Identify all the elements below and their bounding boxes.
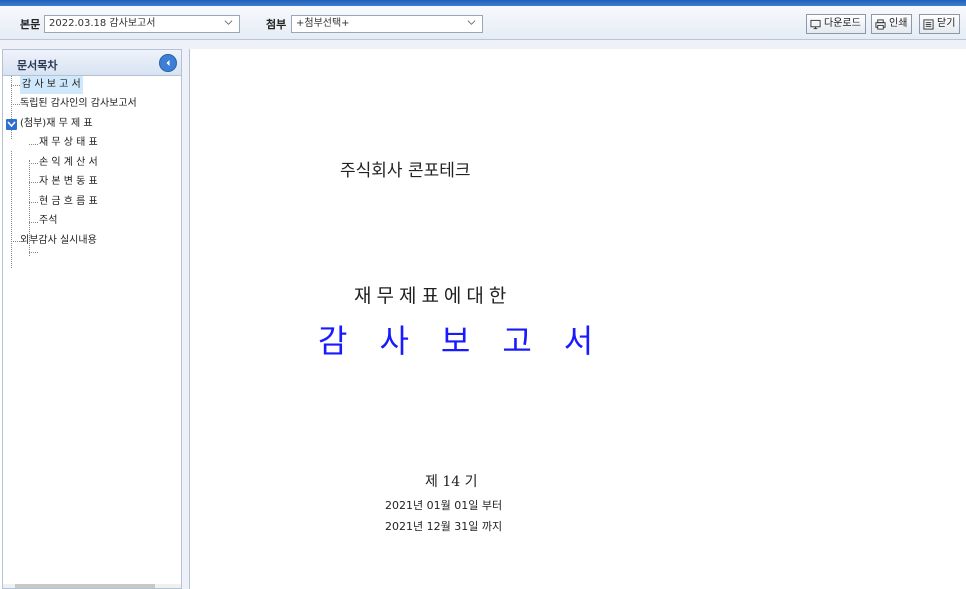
close-button-label: 닫기 xyxy=(937,18,956,29)
document-subtitle: 재무제표에대한 xyxy=(354,285,512,307)
toc-item-cash-flow[interactable]: 현 금 흐 름 표 xyxy=(39,193,98,211)
document-viewer: 주식회사 콘포테크 재무제표에대한 감사보고서 제 14 기 2021년 01월… xyxy=(190,49,966,589)
toc-item-equity-changes[interactable]: 자 본 변 동 표 xyxy=(39,173,98,191)
main-doc-select-value: 2022.03.18 감사보고서 xyxy=(49,18,156,29)
print-button-label: 인쇄 xyxy=(889,18,908,29)
printer-icon xyxy=(875,18,886,30)
toc-sidebar: 문서목차 감 사 보 고 서 독립된 감사인의 감사보고서 (첨부)재 무 제 … xyxy=(2,49,182,589)
download-button-label: 다운로드 xyxy=(824,18,861,29)
toc-title: 문서목차 xyxy=(17,59,58,72)
attach-select-value: +첨부선택+ xyxy=(296,18,350,29)
scrollbar-thumb[interactable] xyxy=(15,584,155,588)
chevron-down-icon xyxy=(224,20,233,25)
chevron-left-icon xyxy=(166,60,170,66)
fiscal-period: 제 14 기 xyxy=(425,474,478,490)
chevron-down-icon xyxy=(467,20,476,25)
collapse-sidebar-button[interactable] xyxy=(159,54,177,72)
main-doc-label: 본문 xyxy=(20,18,41,31)
pane-divider[interactable] xyxy=(182,49,190,589)
toc-item-income-statement[interactable]: 손 익 계 산 서 xyxy=(39,154,98,172)
toc-item-audit-report[interactable]: 감 사 보 고 서 xyxy=(20,76,83,94)
main-doc-select[interactable]: 2022.03.18 감사보고서 xyxy=(44,15,240,33)
close-window-icon xyxy=(923,18,934,30)
period-end-date: 2021년 12월 31일 까지 xyxy=(385,520,503,533)
toc-header: 문서목차 xyxy=(3,50,181,76)
download-button[interactable]: 다운로드 xyxy=(806,14,866,34)
toc-item-notes[interactable]: 주석 xyxy=(39,212,57,230)
print-button[interactable]: 인쇄 xyxy=(871,14,913,34)
document-title: 감사보고서 xyxy=(318,322,626,360)
period-start-date: 2021년 01월 01일 부터 xyxy=(385,499,503,512)
sidebar-horizontal-scrollbar[interactable] xyxy=(3,584,181,588)
attach-label: 첨부 xyxy=(266,18,287,31)
toolbar-gap xyxy=(0,40,966,49)
toolbar: 본문 2022.03.18 감사보고서 첨부 +첨부선택+ 다운로드 인쇄 닫기 xyxy=(0,6,966,40)
collapse-node-icon[interactable] xyxy=(6,119,17,130)
attach-select[interactable]: +첨부선택+ xyxy=(291,15,483,33)
close-button[interactable]: 닫기 xyxy=(919,14,961,34)
toc-item-external-audit[interactable]: 외부감사 실시내용 xyxy=(20,232,97,250)
monitor-icon xyxy=(810,19,821,29)
toc-item-independent-auditor-report[interactable]: 독립된 감사인의 감사보고서 xyxy=(20,95,137,113)
toc-item-financial-statements[interactable]: (첨부)재 무 제 표 xyxy=(20,115,93,133)
company-name: 주식회사 콘포테크 xyxy=(340,161,471,181)
toc-item-balance-sheet[interactable]: 재 무 상 태 표 xyxy=(39,134,98,152)
